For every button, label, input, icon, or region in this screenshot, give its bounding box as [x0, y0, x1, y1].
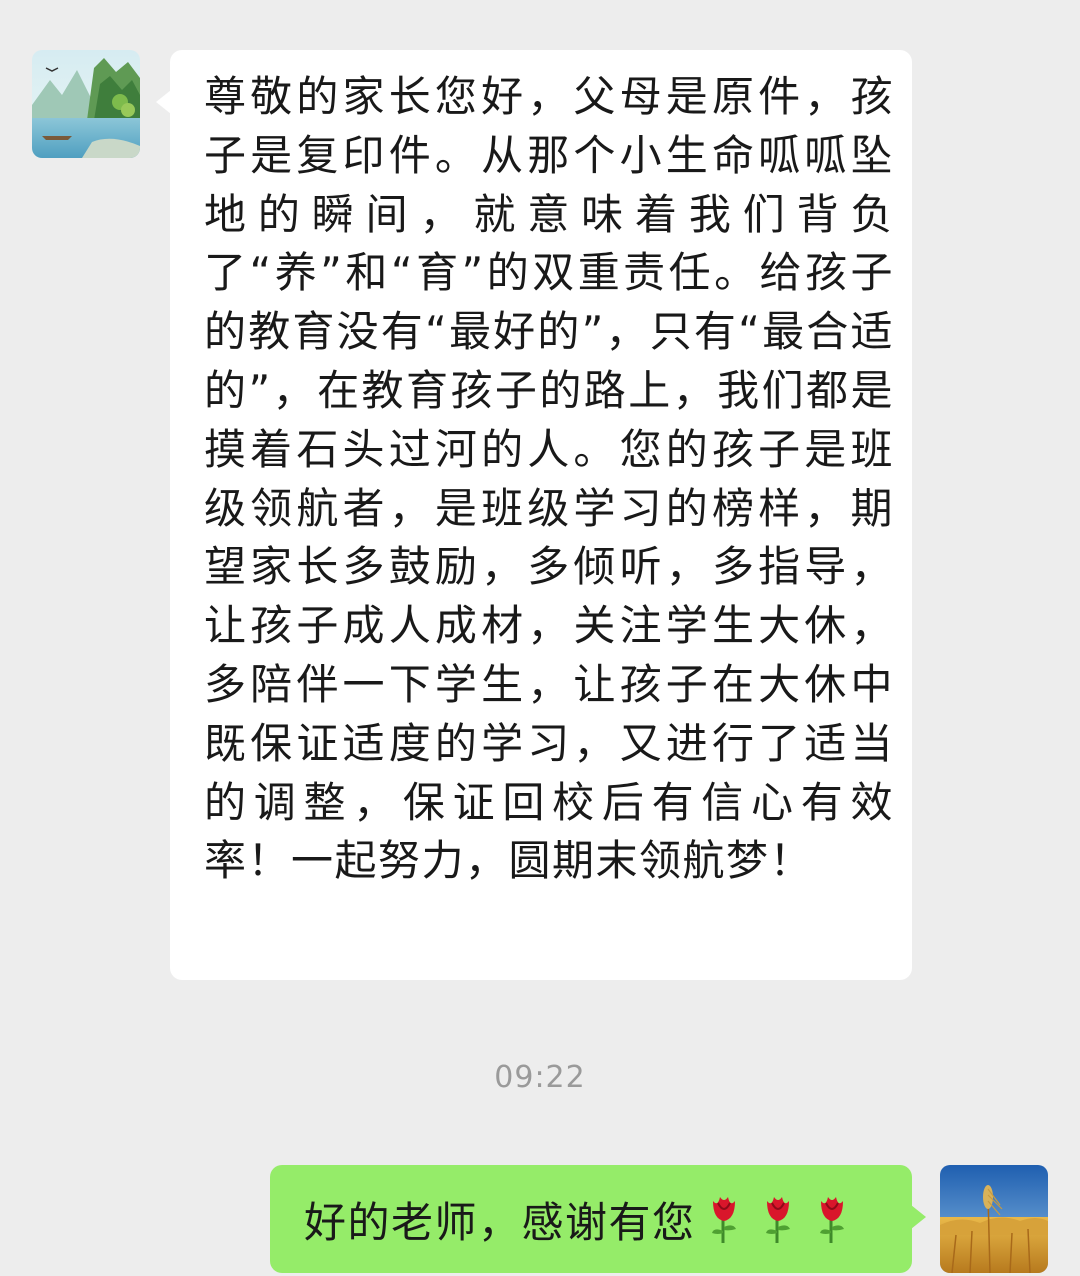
- incoming-message-text: 尊敬的家长您好，父母是原件，孩子是复印件。从那个小生命呱呱坠地的瞬间，就意味着我…: [204, 72, 894, 886]
- message-timestamp: 09:22: [494, 1060, 586, 1095]
- rose-icon: [711, 1197, 736, 1243]
- emoji-group: [706, 1193, 850, 1245]
- bubble-tail: [156, 90, 171, 114]
- outgoing-message-text: 好的老师，感谢有您: [304, 1197, 696, 1247]
- landscape-avatar-icon: [32, 50, 140, 158]
- wheat-field-avatar-icon: [940, 1165, 1048, 1273]
- rose-icon: [765, 1197, 790, 1243]
- bubble-tail: [911, 1205, 926, 1229]
- self-avatar[interactable]: [940, 1165, 1048, 1273]
- outgoing-message-bubble[interactable]: 好的老师，感谢有您: [270, 1165, 926, 1273]
- rose-icon: [819, 1197, 844, 1243]
- sender-avatar[interactable]: [32, 50, 140, 158]
- incoming-message-bubble[interactable]: 尊敬的家长您好，父母是原件，孩子是复印件。从那个小生命呱呱坠地的瞬间，就意味着我…: [156, 50, 912, 980]
